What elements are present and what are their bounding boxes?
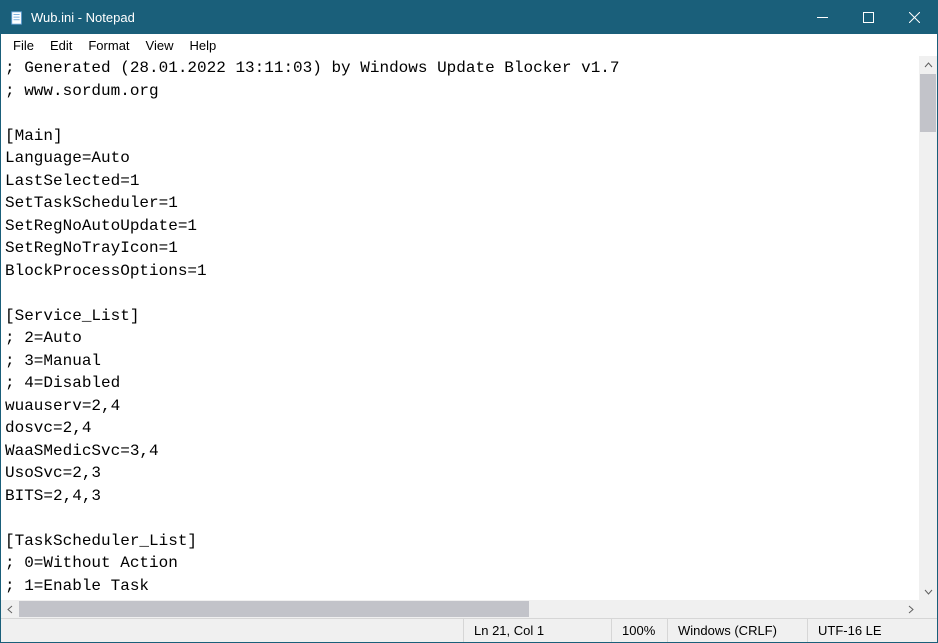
scroll-right-icon[interactable] <box>901 600 919 618</box>
status-spacer <box>1 619 463 642</box>
hscroll-thumb[interactable] <box>19 601 529 617</box>
scroll-up-icon[interactable] <box>919 56 937 74</box>
status-encoding: UTF-16 LE <box>807 619 937 642</box>
window-controls <box>799 1 937 34</box>
scroll-corner <box>919 600 937 618</box>
maximize-button[interactable] <box>845 1 891 34</box>
menu-view[interactable]: View <box>138 36 182 55</box>
titlebar[interactable]: Wub.ini - Notepad <box>1 1 937 34</box>
horizontal-scrollbar[interactable] <box>1 600 937 618</box>
text-editor[interactable]: ; Generated (28.01.2022 13:11:03) by Win… <box>1 56 919 600</box>
menu-help[interactable]: Help <box>181 36 224 55</box>
scroll-down-icon[interactable] <box>919 582 937 600</box>
status-zoom: 100% <box>611 619 667 642</box>
menu-file[interactable]: File <box>5 36 42 55</box>
menu-format[interactable]: Format <box>80 36 137 55</box>
minimize-button[interactable] <box>799 1 845 34</box>
hscroll-track[interactable] <box>19 600 901 618</box>
status-cursor-position: Ln 21, Col 1 <box>463 619 611 642</box>
notepad-window: Wub.ini - Notepad File Edit Format View … <box>0 0 938 643</box>
vscroll-track[interactable] <box>919 74 937 582</box>
editor-area: ; Generated (28.01.2022 13:11:03) by Win… <box>1 56 937 600</box>
close-button[interactable] <box>891 1 937 34</box>
window-title: Wub.ini - Notepad <box>31 10 799 25</box>
menu-edit[interactable]: Edit <box>42 36 80 55</box>
vertical-scrollbar[interactable] <box>919 56 937 600</box>
status-line-ending: Windows (CRLF) <box>667 619 807 642</box>
app-icon <box>9 10 25 26</box>
vscroll-thumb[interactable] <box>920 74 936 132</box>
statusbar: Ln 21, Col 1 100% Windows (CRLF) UTF-16 … <box>1 618 937 642</box>
menubar: File Edit Format View Help <box>1 34 937 56</box>
scroll-left-icon[interactable] <box>1 600 19 618</box>
